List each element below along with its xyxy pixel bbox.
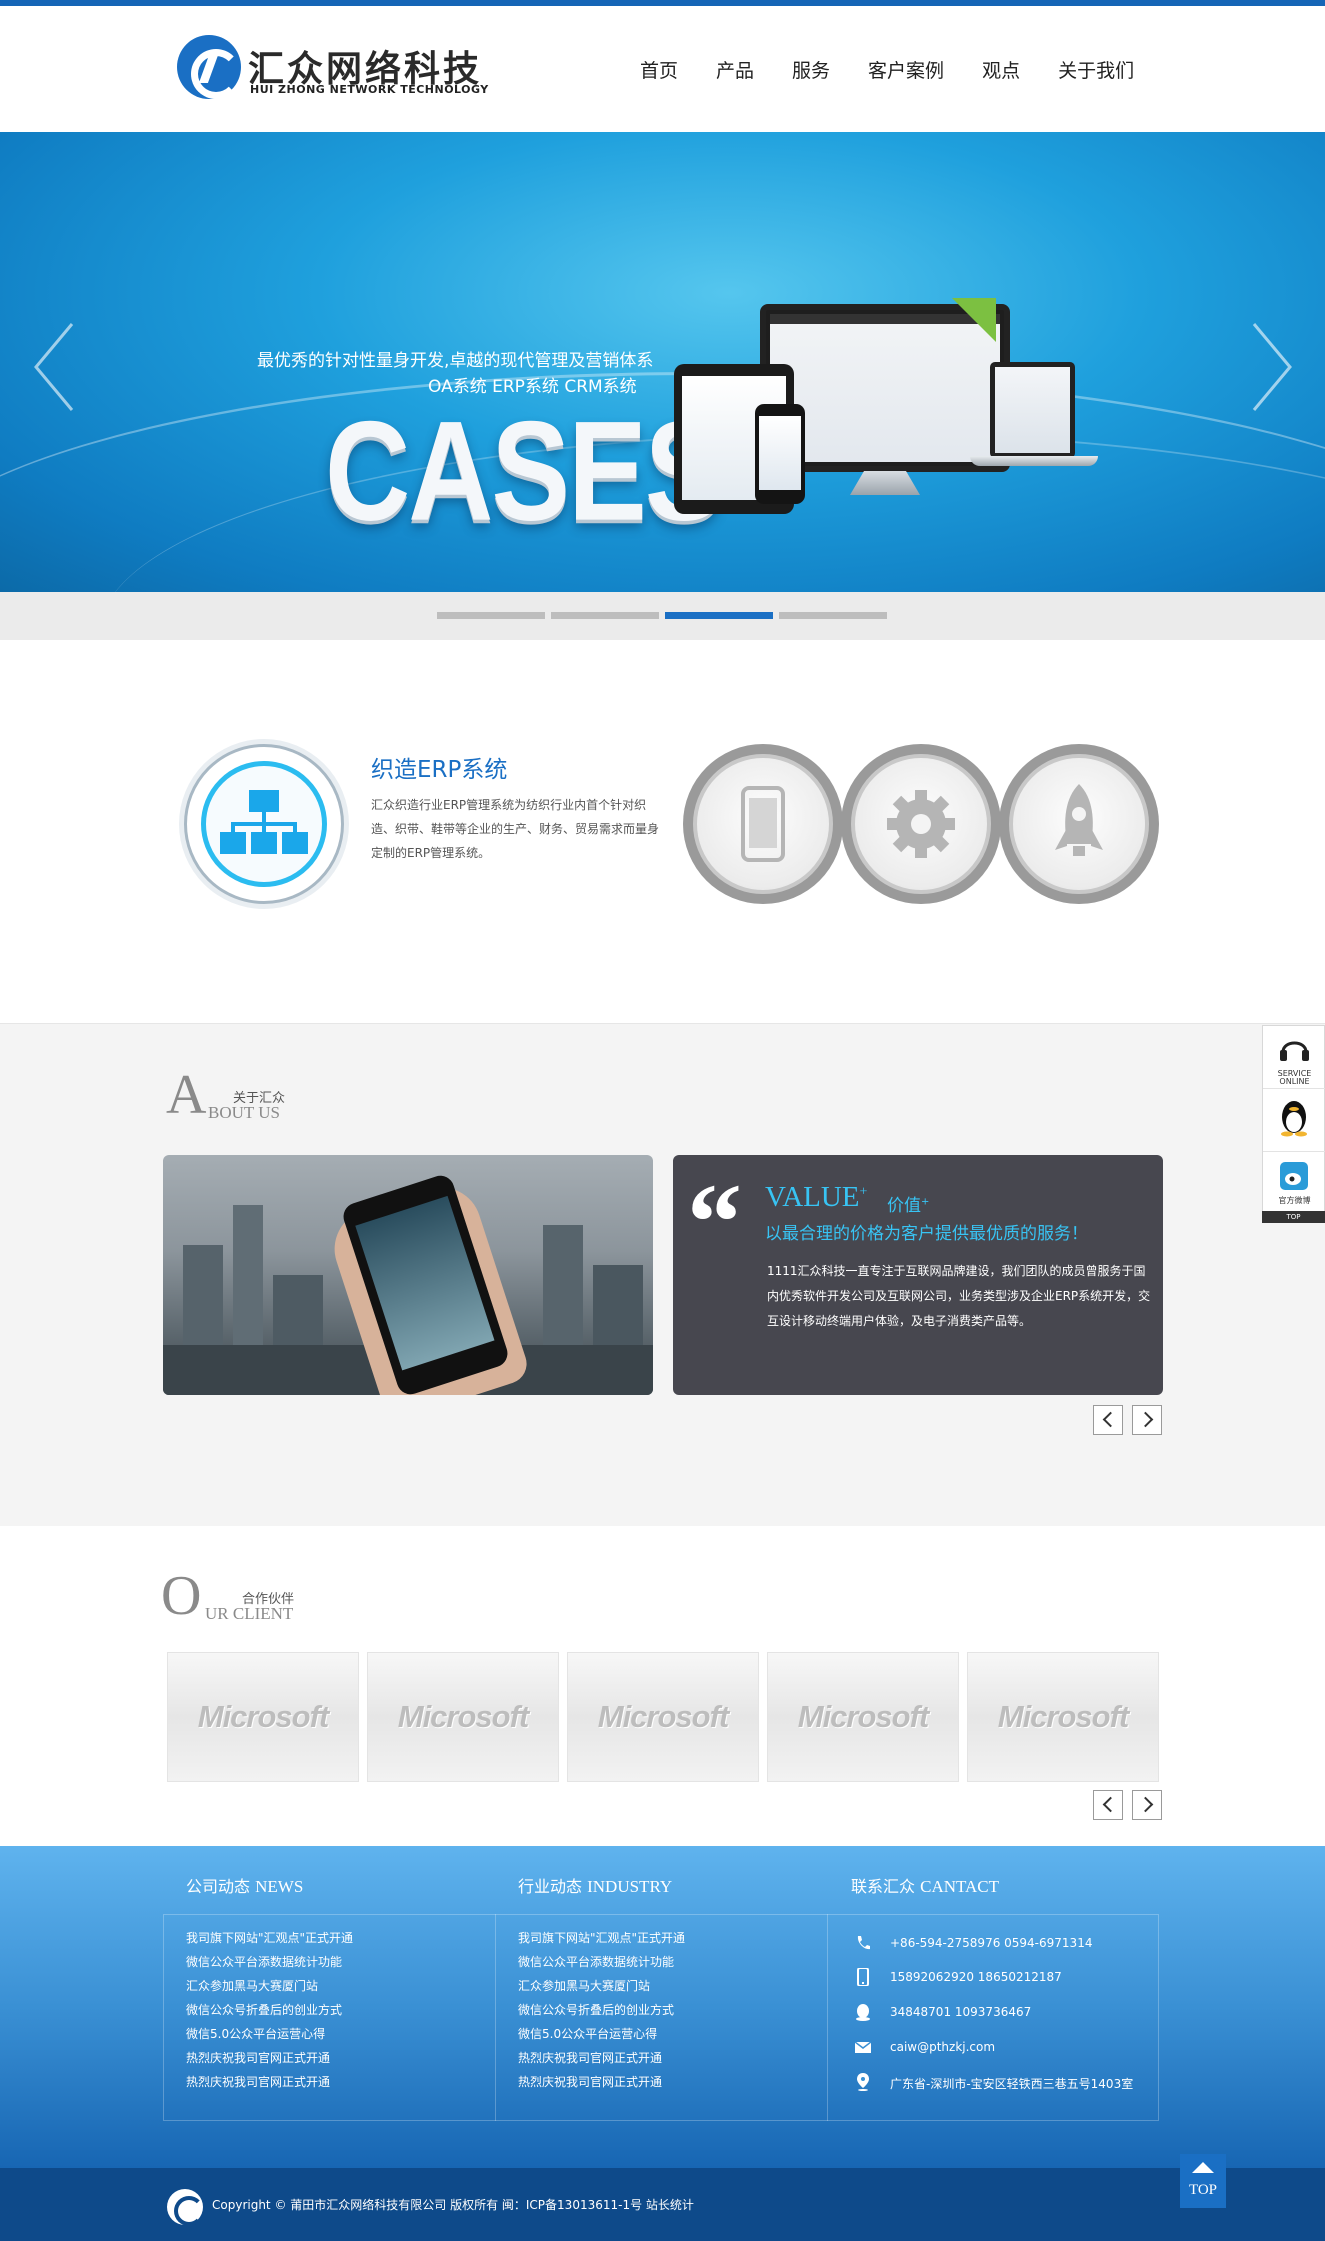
feature-description: 汇众织造行业ERP管理系统为纺织行业内首个针对织造、织带、鞋带等企业的生产、财务… xyxy=(371,798,660,860)
hero-banner: 最优秀的针对性量身开发,卓越的现代管理及营销体系 OA系统 ERP系统 CRM系… xyxy=(0,132,1325,592)
contact-heading: 联系汇众 CANTACT xyxy=(851,1877,1000,1896)
mobile-phone-icon xyxy=(857,1968,869,1986)
slider-pagination xyxy=(0,592,1325,640)
nav-services[interactable]: 服务 xyxy=(792,56,830,83)
gear-icon[interactable] xyxy=(841,744,1001,904)
about-heading-initial: A xyxy=(166,1064,207,1126)
news-item[interactable]: 微信公众平台添数据统计功能 xyxy=(186,1950,353,1974)
clients-next-button[interactable] xyxy=(1132,1790,1162,1820)
phone-icon xyxy=(857,1936,870,1950)
nav-home[interactable]: 首页 xyxy=(640,56,678,83)
value-card: “ VALUE+ 价值+ 以最合理的价格为客户提供最优质的服务！ 1111汇众科… xyxy=(673,1155,1163,1395)
about-photo xyxy=(163,1155,653,1395)
back-to-top-button[interactable]: TOP xyxy=(1180,2154,1226,2208)
qq-icon xyxy=(856,2004,870,2021)
news-item[interactable]: 微信公众号折叠后的创业方式 xyxy=(186,1998,353,2022)
client-logo[interactable]: Microsoft xyxy=(167,1652,359,1782)
location-icon xyxy=(857,2073,869,2091)
client-heading-cn: 合作伙伴 xyxy=(242,1592,295,1607)
slide-dot-3[interactable] xyxy=(665,612,773,619)
client-heading-en: UR CLIENT xyxy=(205,1604,294,1623)
client-logo[interactable]: Microsoft xyxy=(367,1652,559,1782)
mobile-icon[interactable] xyxy=(683,744,843,904)
mail-icon xyxy=(855,2041,871,2053)
about-heading-cn: 关于汇众 xyxy=(233,1091,286,1106)
about-heading-en: BOUT US xyxy=(208,1103,280,1122)
client-logo[interactable]: Microsoft xyxy=(967,1652,1159,1782)
laptop-image xyxy=(990,362,1075,458)
clients-prev-button[interactable] xyxy=(1093,1790,1123,1820)
banner-next-arrow-icon[interactable] xyxy=(1250,322,1294,412)
laptop-base xyxy=(970,456,1098,466)
news-heading: 公司动态 NEWS xyxy=(186,1877,304,1896)
industry-item[interactable]: 我司旗下网站"汇观点"正式开通 xyxy=(518,1926,685,1950)
news-item[interactable]: 热烈庆祝我司官网正式开通 xyxy=(186,2046,353,2070)
side-top-button[interactable]: TOP xyxy=(1262,1211,1325,1223)
news-item[interactable]: 汇众参加黑马大赛厦门站 xyxy=(186,1974,353,1998)
industry-list: 我司旗下网站"汇观点"正式开通 微信公众平台添数据统计功能 汇众参加黑马大赛厦门… xyxy=(518,1926,685,2094)
industry-item[interactable]: 微信公众平台添数据统计功能 xyxy=(518,1950,685,1974)
nav-cases[interactable]: 客户案例 xyxy=(868,56,944,83)
penguin-icon xyxy=(1281,1101,1307,1137)
quote-icon: “ xyxy=(687,1161,742,1283)
sitemap-icon[interactable] xyxy=(184,744,344,904)
banner-prev-arrow-icon[interactable] xyxy=(32,322,76,412)
online-service-button[interactable]: SERVICE ONLINE xyxy=(1263,1026,1325,1089)
slide-dot-2[interactable] xyxy=(551,612,659,619)
news-item[interactable]: 我司旗下网站"汇观点"正式开通 xyxy=(186,1926,353,1950)
value-title: VALUE+ xyxy=(765,1181,868,1213)
industry-item[interactable]: 热烈庆祝我司官网正式开通 xyxy=(518,2046,685,2070)
phone-image xyxy=(755,404,805,504)
slide-dot-1[interactable] xyxy=(437,612,545,619)
about-prev-button[interactable] xyxy=(1093,1405,1123,1435)
value-subtitle: 以最合理的价格为客户提供最优质的服务！ xyxy=(765,1224,1088,1244)
nav-about[interactable]: 关于我们 xyxy=(1058,56,1134,83)
main-nav: 首页 产品 服务 客户案例 观点 关于我们 xyxy=(640,56,1172,83)
brand-name-en: HUI ZHONG NETWORK TECHNOLOGY xyxy=(250,83,489,96)
industry-heading: 行业动态 INDUSTRY xyxy=(518,1877,673,1896)
client-heading-initial: O xyxy=(161,1565,202,1627)
client-logo[interactable]: Microsoft xyxy=(567,1652,759,1782)
nav-views[interactable]: 观点 xyxy=(982,56,1020,83)
about-next-button[interactable] xyxy=(1132,1405,1162,1435)
banner-tagline: 最优秀的针对性量身开发,卓越的现代管理及营销体系 xyxy=(257,351,654,371)
industry-item[interactable]: 热烈庆祝我司官网正式开通 xyxy=(518,2070,685,2094)
nav-products[interactable]: 产品 xyxy=(716,56,754,83)
news-item[interactable]: 微信5.0公众平台运营心得 xyxy=(186,2022,353,2046)
side-widget: SERVICE ONLINE 官方微博 xyxy=(1262,1025,1325,1223)
rocket-icon[interactable] xyxy=(999,744,1159,904)
weibo-icon xyxy=(1280,1162,1308,1190)
weibo-button[interactable]: 官方微博 xyxy=(1263,1152,1325,1215)
industry-item[interactable]: 汇众参加黑马大赛厦门站 xyxy=(518,1974,685,1998)
headset-icon xyxy=(1280,1041,1309,1061)
industry-item[interactable]: 微信5.0公众平台运营心得 xyxy=(518,2022,685,2046)
value-title-cn: 价值+ xyxy=(887,1196,930,1216)
news-item[interactable]: 热烈庆祝我司官网正式开通 xyxy=(186,2070,353,2094)
feature-title[interactable]: 织造ERP系统 xyxy=(371,750,507,784)
footer-logo-icon xyxy=(167,2189,204,2226)
logo-icon[interactable] xyxy=(177,35,241,99)
footer-divider xyxy=(495,1914,496,2121)
banner-headline: CASES xyxy=(325,392,724,551)
value-description: 1111汇众科技一直专注于互联网品牌建设，我们团队的成员曾服务于国内优秀软件开发… xyxy=(767,1264,1151,1328)
client-logo[interactable]: Microsoft xyxy=(767,1652,959,1782)
industry-item[interactable]: 微信公众号折叠后的创业方式 xyxy=(518,1998,685,2022)
slide-dot-4[interactable] xyxy=(779,612,887,619)
copyright-text: Copyright © 莆田市汇众网络科技有限公司 版权所有 闽：ICP备130… xyxy=(212,2198,694,2212)
footer-divider xyxy=(827,1914,828,2121)
news-list: 我司旗下网站"汇观点"正式开通 微信公众平台添数据统计功能 汇众参加黑马大赛厦门… xyxy=(186,1926,353,2094)
qq-button[interactable] xyxy=(1263,1089,1325,1152)
